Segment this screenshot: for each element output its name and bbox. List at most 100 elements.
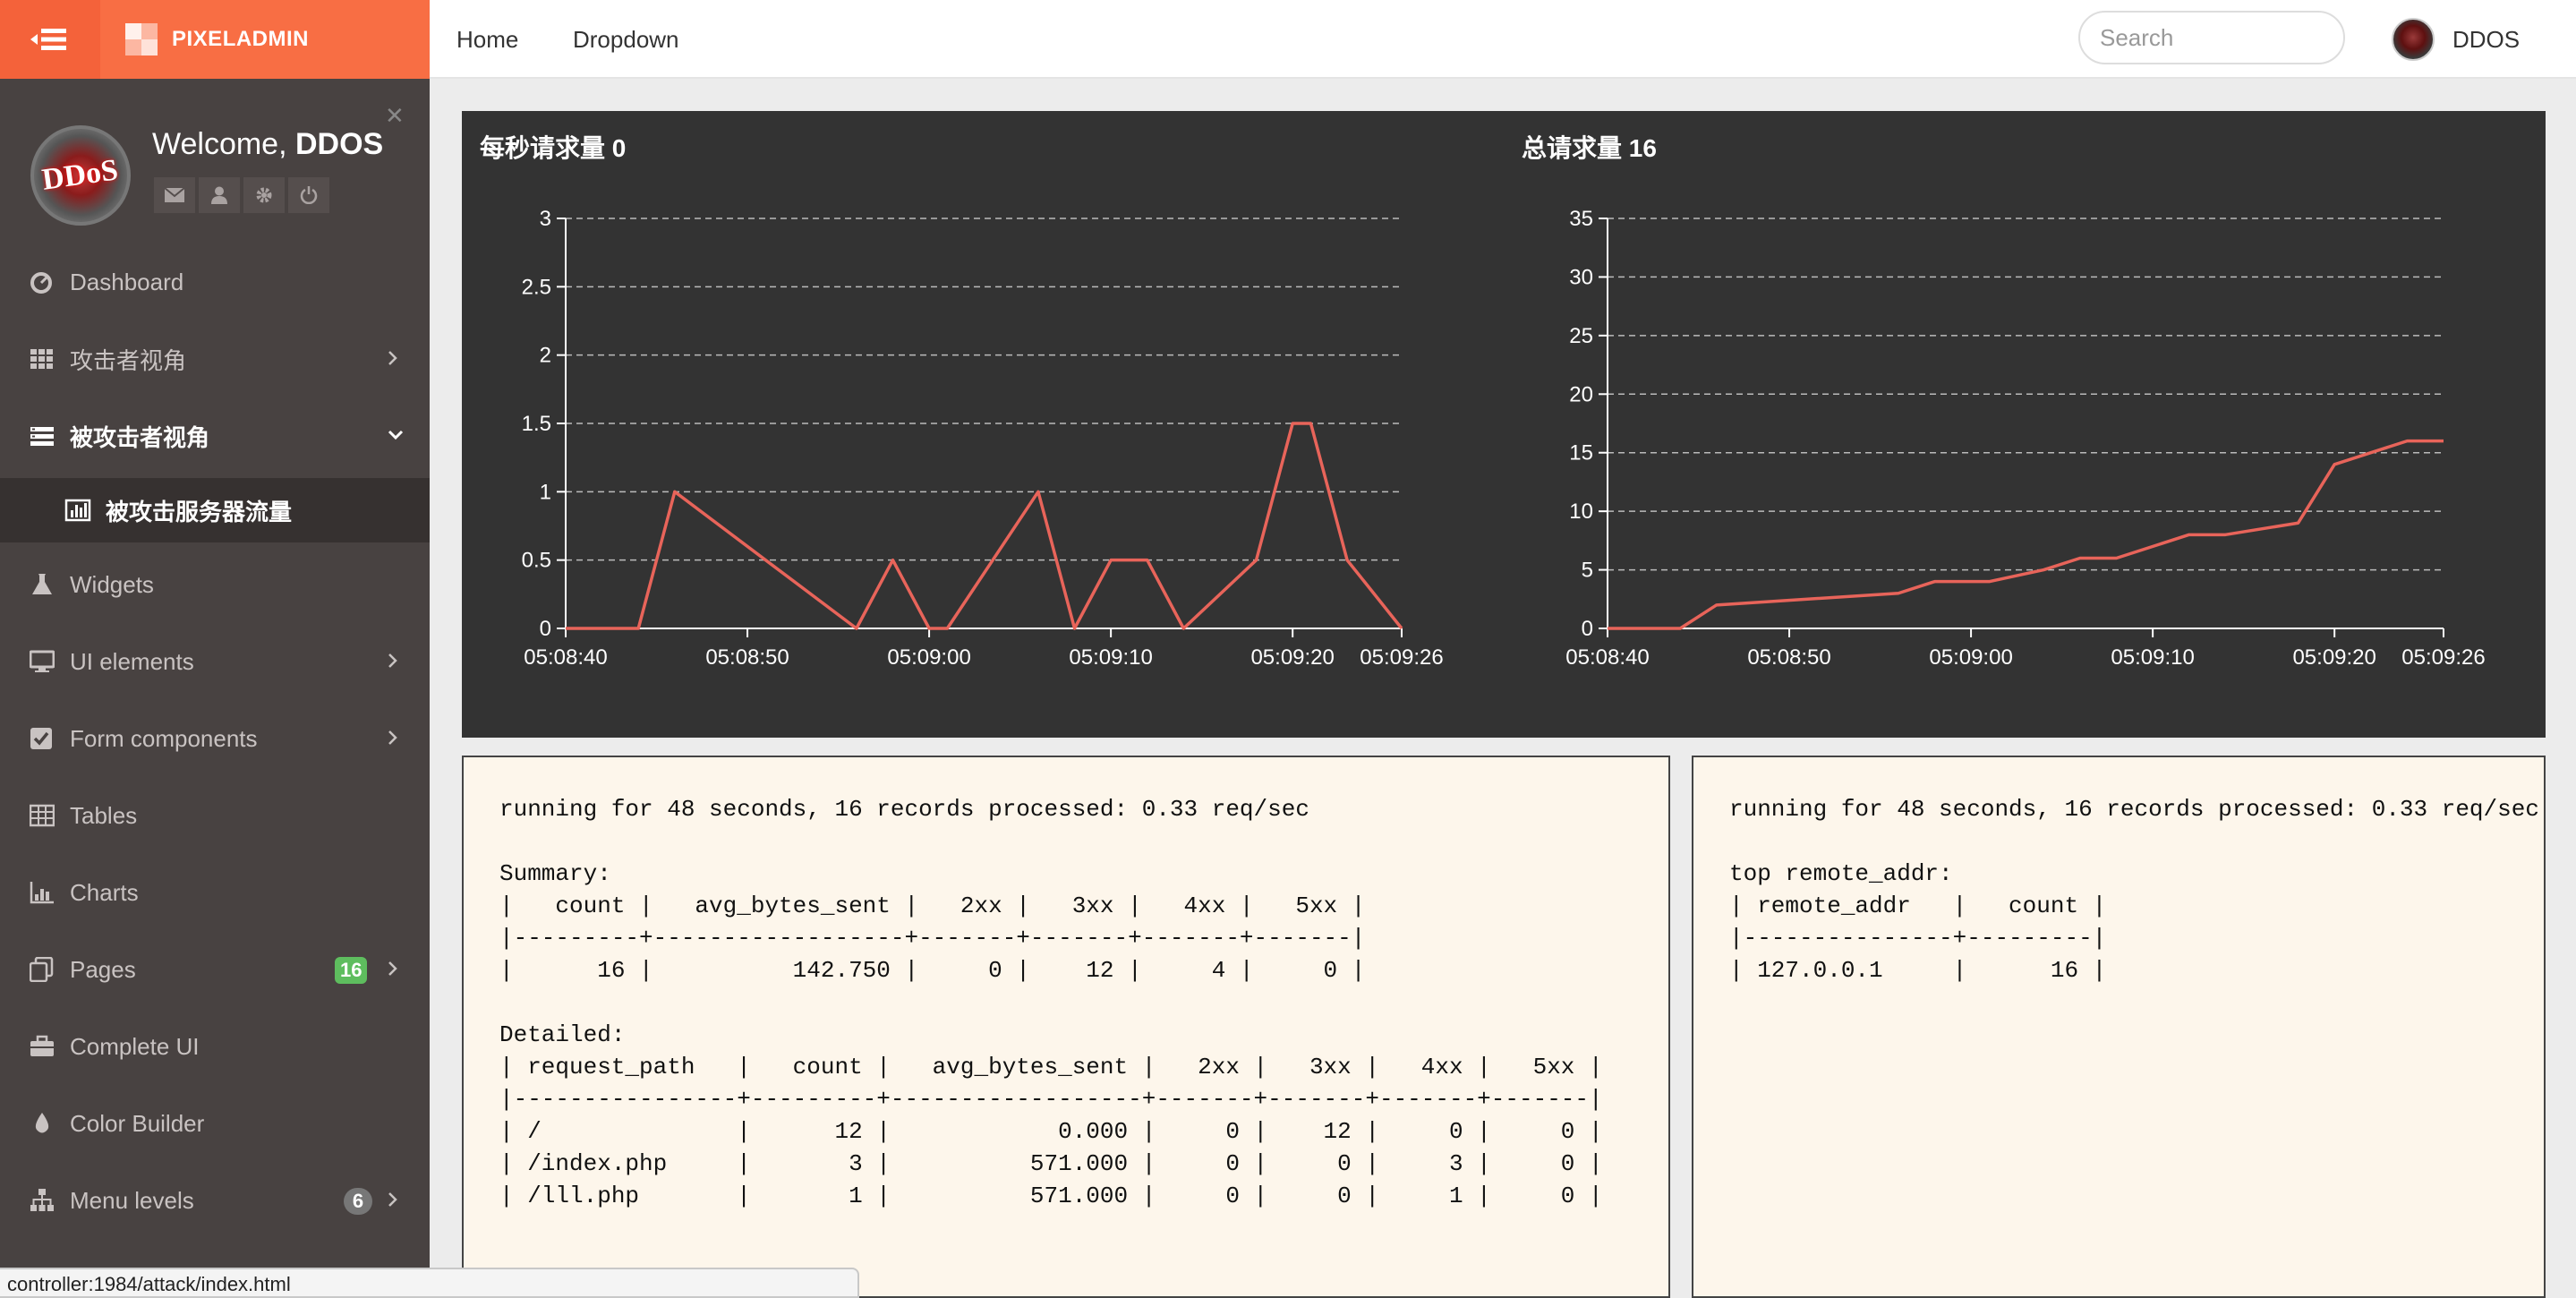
avatar <box>2392 18 2435 61</box>
series-line <box>566 422 1403 630</box>
x-tick-label: 05:09:26 <box>1360 645 1443 670</box>
chevron-down-icon <box>388 430 404 440</box>
y-tick-label: 0 <box>540 617 551 641</box>
flask-icon <box>29 571 55 598</box>
envelope-button[interactable] <box>154 177 195 213</box>
grid-icon <box>29 346 55 372</box>
sidebar-item-攻击者视角[interactable]: 攻击者视角 <box>0 320 430 397</box>
close-icon[interactable]: ✕ <box>385 102 405 130</box>
remote-addr-terminal-panel: running for 48 seconds, 16 records proce… <box>1692 756 2546 1298</box>
top-header: PIXELADMIN Home Dropdown DDOS <box>0 0 2576 79</box>
nav-home-link[interactable]: Home <box>456 0 518 79</box>
summary-terminal-panel: running for 48 seconds, 16 records proce… <box>462 756 1670 1298</box>
x-tick-label: 05:08:50 <box>705 645 789 670</box>
chevron-right-icon <box>388 653 397 668</box>
sidebar-item-label: Menu levels <box>70 1186 194 1214</box>
sidebar-item-pages[interactable]: Pages 16 <box>0 931 430 1008</box>
user-menu[interactable]: DDOS <box>2392 0 2520 79</box>
avatar-logo-text: DDoS <box>40 153 121 197</box>
power-button[interactable] <box>288 177 329 213</box>
terminal-line: top remote_addr: <box>1729 860 1953 887</box>
sidebar-item-label: 被攻击者视角 <box>70 423 210 451</box>
tint-icon <box>29 1110 55 1137</box>
terminal-line: Detailed: <box>499 1021 626 1048</box>
x-tick-label: 05:09:10 <box>1069 645 1152 670</box>
chart-axes: 0 5 10 15 20 25 30 35 05:08:40 05:08:50 05:09:00 05… <box>1565 207 2485 670</box>
terminal-line: running for 48 seconds, 16 records proce… <box>1729 796 2539 823</box>
sidebar-item-color-builder[interactable]: Color Builder <box>0 1085 430 1162</box>
remote-addr-terminal-output: running for 48 seconds, 16 records proce… <box>1693 757 2544 986</box>
terminal-line: | count | avg_bytes_sent | 2xx | 3xx | 4… <box>499 892 1366 919</box>
welcome-user: DDOS <box>294 127 384 161</box>
user-name: DDOS <box>2452 25 2521 53</box>
menu-collapse-icon <box>30 29 66 50</box>
terminal-line: |---------+------------------+-------+--… <box>499 925 1366 952</box>
total-requests-chart: 0 5 10 15 20 25 30 35 05:08:40 05:08:50 05:09:00 05… <box>1565 207 2485 670</box>
user-button[interactable] <box>199 177 240 213</box>
brand-name: PIXELADMIN <box>172 27 310 51</box>
desktop-icon <box>29 648 55 675</box>
sidebar-item-complete-ui[interactable]: Complete UI <box>0 1008 430 1085</box>
copy-icon <box>29 956 55 983</box>
sidebar-subitem-被攻击服务器流量[interactable]: 被攻击服务器流量 <box>0 478 430 542</box>
power-icon <box>300 186 318 204</box>
terminal-line: | 16 | 142.750 | 0 | 12 | 4 | 0 | <box>499 957 1366 984</box>
x-tick-label: 05:09:10 <box>2111 645 2194 670</box>
check-square-icon <box>29 725 55 752</box>
bar-chart-icon <box>64 498 91 523</box>
sidebar-item-charts[interactable]: Charts <box>0 854 430 931</box>
terminal-line: | 127.0.0.1 | 16 | <box>1729 957 2107 984</box>
x-tick-label: 05:09:20 <box>2292 645 2376 670</box>
y-tick-label: 0 <box>1582 617 1593 641</box>
dashboard-icon <box>29 269 55 295</box>
sitemap-icon <box>29 1187 55 1214</box>
status-bar-url: controller:1984/attack/index.html <box>0 1268 859 1298</box>
sidebar-item-ui-elements[interactable]: UI elements <box>0 623 430 700</box>
chevron-right-icon <box>388 961 397 976</box>
chart-icon <box>29 879 55 906</box>
welcome-actions <box>154 177 329 213</box>
terminal-line: |----------------+---------+------------… <box>499 1086 1603 1113</box>
chevron-right-icon <box>388 351 397 365</box>
sidebar-item-widgets[interactable]: Widgets <box>0 546 430 623</box>
nav-dropdown-link[interactable]: Dropdown <box>573 0 679 79</box>
sidebar-item-label: Color Builder <box>70 1109 205 1137</box>
terminal-line: | /index.php | 3 | 571.000 | 0 | 0 | 3 |… <box>499 1150 1603 1177</box>
sidebar-item-label: Dashboard <box>70 268 184 295</box>
y-tick-label: 5 <box>1582 559 1593 583</box>
sidebar-item-menu-levels[interactable]: Menu levels 6 <box>0 1162 430 1239</box>
x-tick-label: 05:09:00 <box>887 645 970 670</box>
terminal-line: running for 48 seconds, 16 records proce… <box>499 796 1309 823</box>
settings-button[interactable] <box>243 177 285 213</box>
terminal-line: | request_path | count | avg_bytes_sent … <box>499 1054 1603 1080</box>
welcome-block: DDoS Welcome, DDOS ✕ <box>0 79 430 240</box>
requests-per-second-chart: 0 0.5 1 1.5 2 2.5 3 05:08:40 05:08:50 05:09:00 05:… <box>522 207 1444 670</box>
brand-logo-area[interactable]: PIXELADMIN <box>100 0 430 79</box>
avatar: DDoS <box>30 125 131 226</box>
x-tick-label: 05:09:26 <box>2401 645 2485 670</box>
welcome-text: Welcome, DDOS <box>152 127 383 162</box>
sidebar-subitem-label: 被攻击服务器流量 <box>106 498 293 525</box>
user-icon <box>211 186 227 204</box>
sidebar-item-label: Widgets <box>70 570 154 598</box>
y-tick-label: 1 <box>540 480 551 504</box>
sidebar-item-label: Tables <box>70 801 138 829</box>
y-tick-label: 30 <box>1569 265 1593 289</box>
menu-toggle-button[interactable] <box>0 0 100 79</box>
x-tick-label: 05:09:00 <box>1929 645 2012 670</box>
sidebar-item-dashboard[interactable]: Dashboard <box>0 243 430 320</box>
series-line <box>1608 439 2444 630</box>
chart-panel: 每秒请求量 0 总请求量 16 0 0.5 1 1.5 2 2.5 3 05:08:40 05:… <box>462 111 2546 738</box>
sidebar-item-tables[interactable]: Tables <box>0 777 430 854</box>
y-tick-label: 20 <box>1569 382 1593 406</box>
sidebar-item-form-components[interactable]: Form components <box>0 700 430 777</box>
briefcase-icon <box>29 1033 55 1060</box>
terminal-line: | /lll.php | 1 | 571.000 | 0 | 0 | 1 | 0… <box>499 1183 1603 1209</box>
x-tick-label: 05:08:40 <box>524 645 607 670</box>
sidebar-item-label: Form components <box>70 724 258 752</box>
search-input[interactable] <box>2078 11 2345 64</box>
y-tick-label: 15 <box>1569 441 1593 465</box>
sidebar-item-被攻击者视角[interactable]: 被攻击者视角 <box>0 397 430 474</box>
sidebar-badge: 16 <box>335 957 368 984</box>
